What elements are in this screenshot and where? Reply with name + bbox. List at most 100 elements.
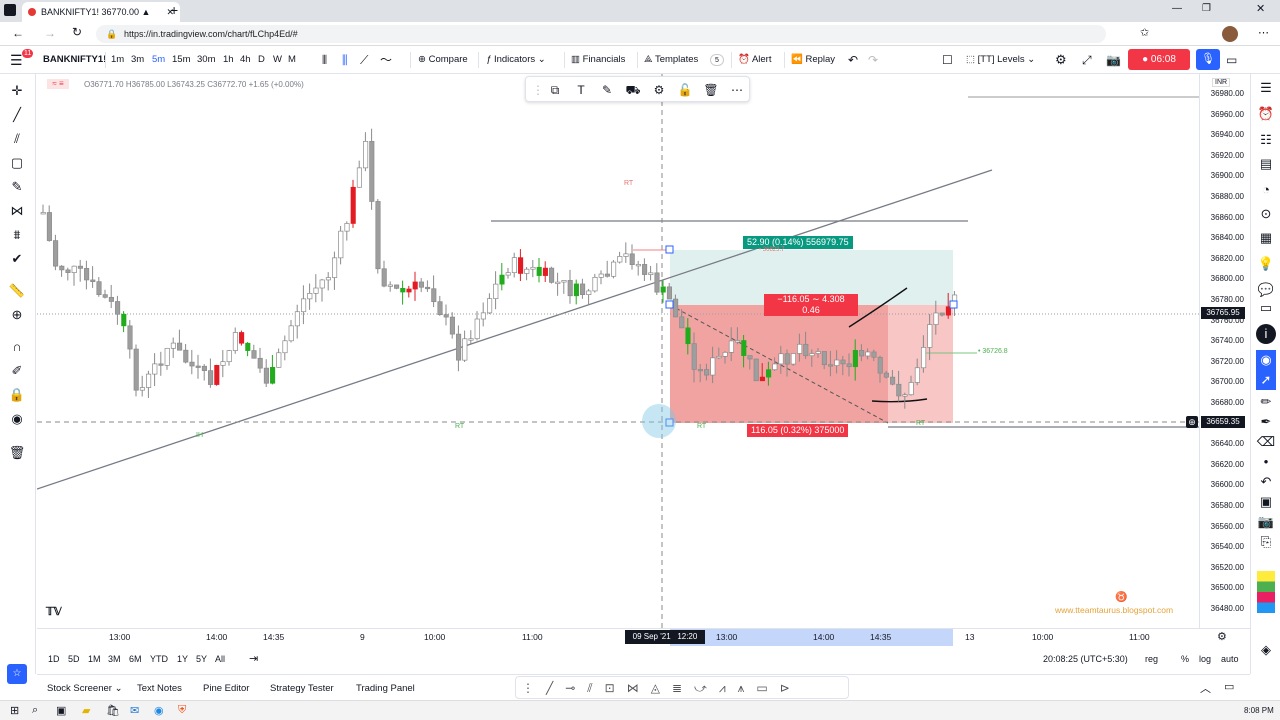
rectangle-icon[interactable]: ▢ [8, 154, 26, 172]
grip-icon[interactable]: ⋮ [522, 681, 546, 695]
area-type-icon[interactable]: 〜 [380, 46, 392, 74]
tab-stock-screener[interactable]: Stock Screener ⌄ [47, 683, 123, 694]
camera-icon[interactable]: 📷 [1106, 46, 1121, 74]
search-icon[interactable]: ⌕ [32, 704, 38, 717]
task-view-icon[interactable]: ▣ [56, 704, 66, 717]
zigzag-icon[interactable]: ⩚ [738, 681, 757, 695]
fullscreen-icon[interactable]: ⤢ [1082, 46, 1092, 74]
menu-icon[interactable]: ⋯ [1258, 26, 1269, 39]
tab-text-notes[interactable]: Text Notes [137, 683, 182, 694]
lock-icon[interactable]: 🔒 [8, 386, 26, 404]
windows-start-icon[interactable]: ⊞ [10, 704, 19, 717]
redo-icon[interactable]: ↷ [868, 46, 878, 74]
chart-svg[interactable] [37, 74, 1199, 628]
axis-settings-icon[interactable]: ⚙ [1217, 630, 1227, 643]
interval-3m[interactable]: 3m [131, 46, 144, 74]
entry-handle[interactable] [665, 300, 674, 309]
layout-icon[interactable]: ☐ [942, 46, 953, 74]
alert-button[interactable]: ⏰ Alert [738, 46, 772, 74]
auto-toggle[interactable]: auto [1221, 654, 1239, 664]
system-clock[interactable]: 8:08 PM [1244, 706, 1274, 715]
prediction-icon[interactable]: ⩩ [8, 226, 26, 244]
range-3m[interactable]: 3M [108, 654, 121, 664]
eye-icon[interactable]: ◉ [1256, 350, 1276, 370]
replay-button[interactable]: ⏪ Replay [791, 46, 835, 74]
check-icon[interactable]: ✔ [8, 250, 26, 268]
microphone-button[interactable]: 🎙 [1196, 49, 1220, 70]
settings-icon[interactable]: ⚙ [1055, 46, 1067, 74]
camera-icon[interactable]: 📷 [1256, 512, 1276, 532]
chart-type-icon[interactable]: ⫴ [322, 46, 327, 74]
recording-timer[interactable]: ● 06:08 [1128, 49, 1190, 70]
tab-trading-panel[interactable]: Trading Panel [356, 683, 415, 694]
mail-icon[interactable]: ✉ [130, 704, 139, 717]
layers-icon[interactable]: ◈ [1256, 640, 1276, 660]
url-field[interactable]: 🔒 https://in.tradingview.com/chart/fLChp… [96, 25, 1106, 43]
range-1y[interactable]: 1Y [177, 654, 188, 664]
trendline-icon[interactable]: ╱ [8, 106, 26, 124]
interval-4h[interactable]: 4h [240, 46, 251, 74]
currency-label[interactable]: INR [1212, 78, 1231, 87]
interval-w[interactable]: W [273, 46, 282, 74]
percent-toggle[interactable]: % [1181, 654, 1189, 664]
crosshair-icon[interactable]: ✛ [8, 82, 26, 100]
more-icon[interactable]: ⋯ [728, 81, 746, 99]
highlighter-icon[interactable]: ✒ [1256, 412, 1276, 432]
log-toggle[interactable]: log [1199, 654, 1211, 664]
delete-icon[interactable]: 🗑 [702, 81, 720, 99]
compare-button[interactable]: ⊕ Compare [418, 46, 468, 74]
financials-button[interactable]: ▥ Financials [571, 46, 625, 74]
pattern-icon[interactable]: ⋈ [8, 202, 26, 220]
text-icon[interactable]: T [572, 81, 590, 99]
templates-button[interactable]: ⟁ Templates [644, 46, 698, 74]
close-window-icon[interactable]: ✕ [1256, 2, 1265, 15]
fib-icon[interactable]: ≣ [672, 681, 694, 695]
rect-icon[interactable]: ⊡ [605, 681, 627, 695]
reload-icon[interactable]: ↻ [72, 25, 82, 39]
settings-icon[interactable]: ⚙ [650, 81, 668, 99]
time-axis[interactable]: 13:00 14:00 14:35 9 10:00 11:00 13:00 14… [37, 628, 1250, 646]
info-icon[interactable]: i [1256, 324, 1276, 344]
drag-handle-icon[interactable]: ⋮ [529, 81, 547, 99]
dot-icon[interactable]: • [1256, 452, 1276, 472]
pencil-icon[interactable]: ✏ [1256, 392, 1276, 412]
browser-tab[interactable]: BANKNIFTY1! 36770.00 ▲ ✕ [22, 2, 180, 22]
ruler-icon[interactable]: 📏 [8, 282, 26, 300]
back-icon[interactable]: ← [12, 26, 24, 40]
screen-icon[interactable]: ▣ [1256, 492, 1276, 512]
clock-label[interactable]: 20:08:25 (UTC+5:30) [1043, 654, 1128, 664]
interval-5m[interactable]: 5m [152, 46, 165, 74]
alerts-icon[interactable]: ⏰ [1256, 104, 1276, 124]
news-icon[interactable]: ▦ [1256, 228, 1276, 248]
collapse-icon[interactable]: ︿ [1200, 680, 1211, 696]
brave-icon[interactable]: ⛨ [178, 704, 186, 717]
copy-icon[interactable]: ⎘ [1256, 532, 1276, 552]
publish-icon[interactable]: ▭ [1226, 46, 1237, 74]
interval-15m[interactable]: 15m [172, 46, 190, 74]
chart-pane[interactable]: O36771.70 H36785.00 L36743.25 C36772.70 … [37, 74, 1199, 628]
levels-button[interactable]: ⬚ [TT] Levels ⌄ [966, 46, 1035, 74]
range-1m[interactable]: 1M [88, 654, 101, 664]
session-label[interactable]: reg [1145, 654, 1158, 664]
file-explorer-icon[interactable]: ▰ [82, 704, 90, 717]
profile-avatar[interactable] [1222, 26, 1238, 42]
bulb-icon[interactable]: 💡 [1256, 254, 1276, 274]
legend-toggle[interactable]: ≈ ≡ [47, 79, 69, 89]
range-all[interactable]: All [215, 654, 225, 664]
store-icon[interactable]: 🛍 [106, 704, 120, 717]
color-palette-icon[interactable] [1257, 571, 1275, 613]
data-window-icon[interactable]: ☷ [1256, 130, 1276, 150]
pointer-icon[interactable]: ➚ [1256, 370, 1276, 390]
undo-icon[interactable]: ↶ [848, 46, 858, 74]
interval-1h[interactable]: 1h [223, 46, 234, 74]
bar-type-icon[interactable]: ⫼ [342, 46, 348, 74]
hotlist-icon[interactable]: ▤ [1256, 154, 1276, 174]
channel-icon[interactable]: ⫽ [587, 681, 604, 695]
fill-color-icon[interactable]: ⛟ [624, 81, 642, 99]
wave-icon[interactable]: ⩘ [719, 681, 738, 695]
line-type-icon[interactable]: ⟋ [360, 46, 368, 74]
callout-icon[interactable]: ▭ [756, 681, 779, 695]
lock-drawings-icon[interactable]: ✐ [8, 362, 26, 380]
star-icon[interactable]: ☆ [7, 664, 27, 684]
magnet-icon[interactable]: ∩ [8, 338, 26, 356]
